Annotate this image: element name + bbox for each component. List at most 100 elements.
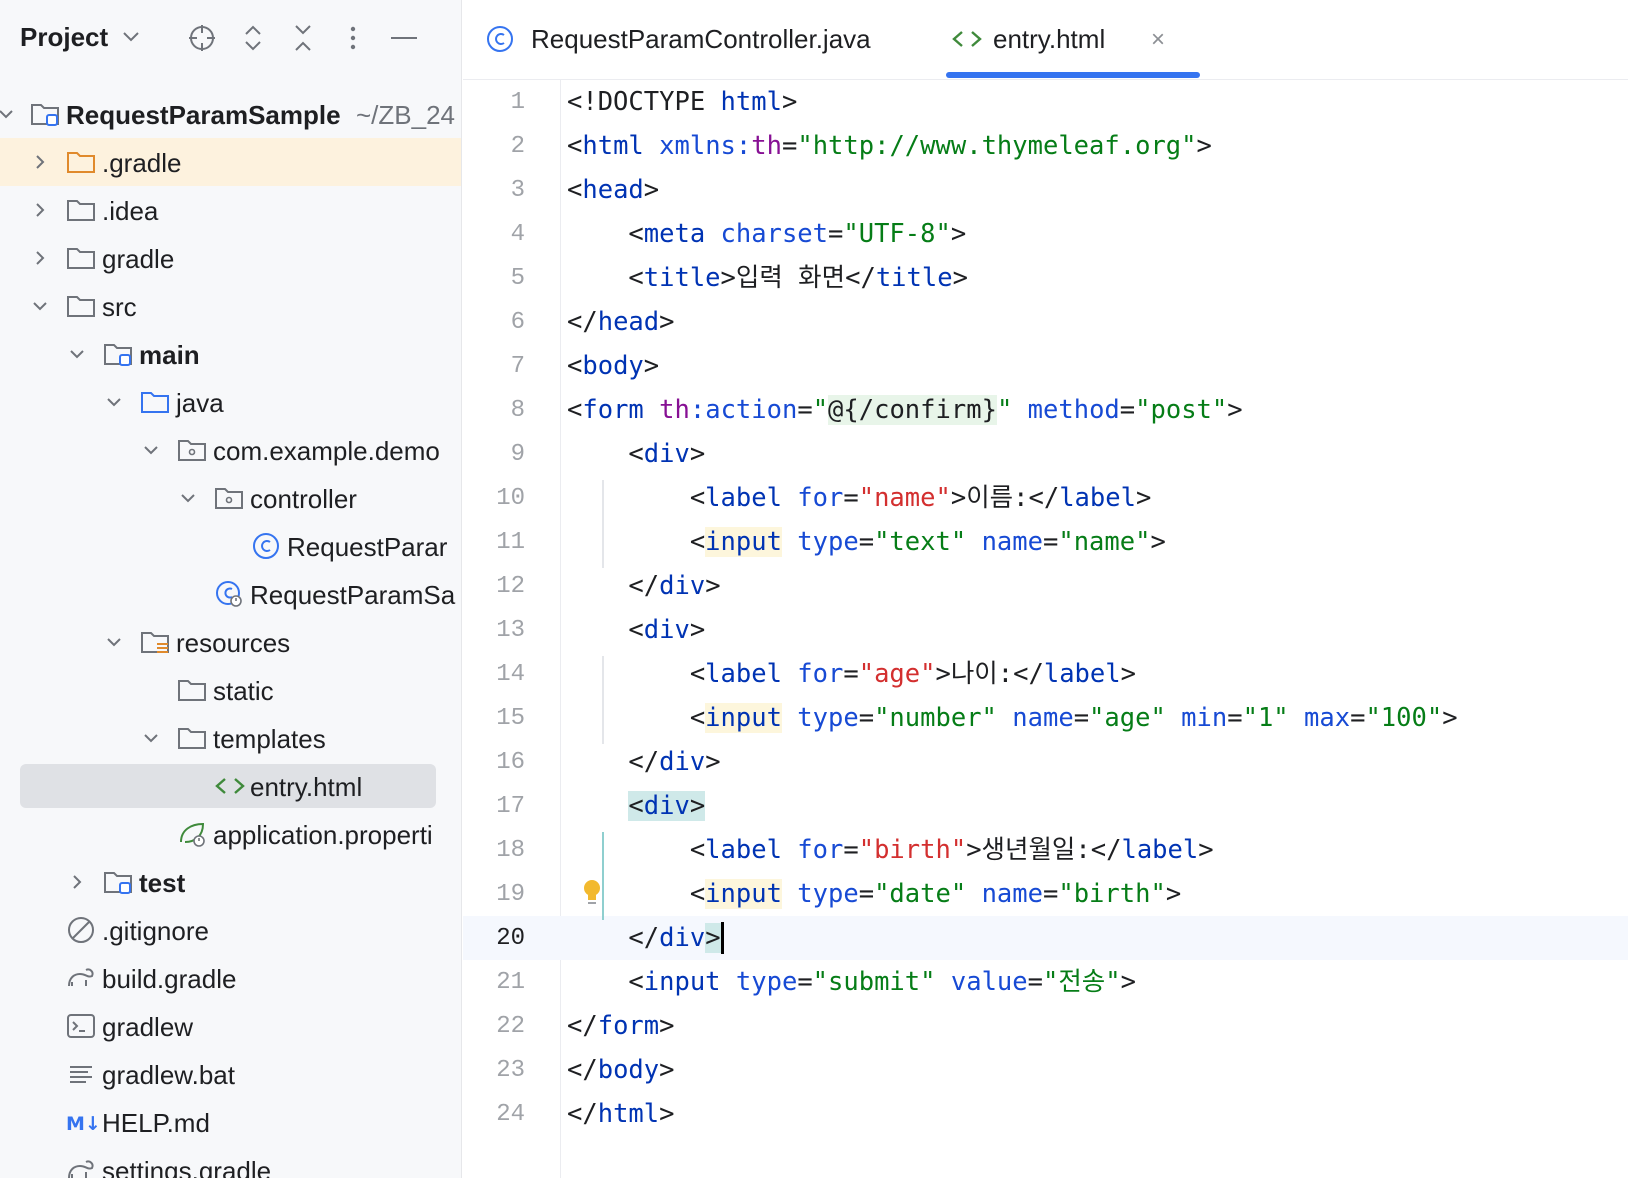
tree-item[interactable]: .gradle <box>0 138 461 186</box>
code-line[interactable]: 23 </body> <box>463 1048 1628 1092</box>
code-line[interactable]: 16 </div> <box>463 740 1628 784</box>
code-line[interactable]: 3 <head> <box>463 168 1628 212</box>
chevron-right-icon[interactable] <box>67 872 87 892</box>
tree-item[interactable]: M↓ HELP.md <box>0 1098 461 1146</box>
hide-panel-icon[interactable] <box>388 22 420 54</box>
code-token: value <box>950 967 1028 997</box>
chevron-right-icon[interactable] <box>30 248 50 268</box>
code-token: > <box>1135 483 1152 513</box>
chevron-down-icon[interactable] <box>67 344 87 364</box>
code-line[interactable]: 14 <label for="age">나이:</label> <box>463 652 1628 696</box>
tree-item[interactable]: build.gradle <box>0 954 461 1002</box>
code-text: <title>입력 화면</title> <box>567 262 968 294</box>
chevron-down-icon[interactable] <box>141 728 161 748</box>
tab-request-param-controller[interactable]: RequestParamController.java <box>485 0 915 80</box>
code-token: = <box>1027 967 1043 997</box>
source-folder-icon <box>140 388 170 416</box>
tree-item[interactable]: application.properti <box>0 810 461 858</box>
code-line[interactable]: 4 <meta charset="UTF-8"> <box>463 212 1628 256</box>
tree-item[interactable]: entry.html <box>0 762 461 810</box>
project-view-title[interactable]: Project <box>20 22 108 53</box>
tree-item[interactable]: java <box>0 378 461 426</box>
code-line[interactable]: 13 <div> <box>463 608 1628 652</box>
code-token: < <box>567 219 644 249</box>
tree-item-path: ~/ZB_24 <box>356 100 456 130</box>
code-line[interactable]: 15 <input type="number" name="age" min="… <box>463 696 1628 740</box>
code-line[interactable]: 8 <form th:action="@{/confirm}" method="p… <box>463 388 1628 432</box>
code-token: name <box>981 527 1043 557</box>
code-line[interactable]: 1 <!DOCTYPE html> <box>463 80 1628 124</box>
tree-item[interactable]: static <box>0 666 461 714</box>
chevron-down-icon[interactable] <box>141 440 161 460</box>
code-token: for <box>797 483 844 513</box>
code-line[interactable]: 6 </head> <box>463 300 1628 344</box>
line-number: 6 <box>510 309 525 336</box>
line-number: 1 <box>510 89 525 116</box>
locate-icon[interactable] <box>186 22 218 54</box>
code-editor[interactable]: 1 <!DOCTYPE html> 2 <html xmlns:th="http://… <box>463 80 1628 1136</box>
code-token: > <box>659 307 675 337</box>
tree-item[interactable]: settings.gradle <box>0 1146 461 1178</box>
code-text: <form th:action="@{/confirm}" method="po… <box>567 394 1243 426</box>
code-line[interactable]: 10 <label for="name">이름:</label> <box>463 476 1628 520</box>
code-line[interactable]: 7 <body> <box>463 344 1628 388</box>
chevron-right-icon[interactable] <box>30 200 50 220</box>
code-token: < <box>567 395 583 425</box>
code-token: input <box>705 879 782 909</box>
code-token: > <box>966 835 982 865</box>
tree-item-label: HELP.md <box>102 1108 210 1138</box>
code-line[interactable]: 17 <div> <box>463 784 1628 828</box>
code-line[interactable]: 12 </div> <box>463 564 1628 608</box>
tree-item[interactable]: .idea <box>0 186 461 234</box>
tree-item[interactable]: RequestParamSample ~/ZB_24 <box>0 90 461 138</box>
chevron-down-icon[interactable] <box>30 296 50 316</box>
chevron-down-icon[interactable] <box>178 488 198 508</box>
tree-item[interactable]: main <box>0 330 461 378</box>
code-line[interactable]: 11 <input type="text" name="name"> <box>463 520 1628 564</box>
collapse-all-icon[interactable] <box>287 22 319 54</box>
line-number: 18 <box>496 837 525 864</box>
more-options-icon[interactable] <box>337 22 369 54</box>
code-line[interactable]: 24 </html> <box>463 1092 1628 1136</box>
code-token: "birth" <box>1058 879 1166 909</box>
tree-item[interactable]: src <box>0 282 461 330</box>
tree-item[interactable]: test <box>0 858 461 906</box>
code-line[interactable]: 19 <input type="date" name="birth"> <box>463 872 1628 916</box>
tab-entry-html[interactable]: entry.html × <box>951 0 1191 80</box>
code-line[interactable]: 22 </form> <box>463 1004 1628 1048</box>
tree-item-label: static <box>213 676 274 706</box>
code-line[interactable]: 18 <label for="birth">생년월일:</label> <box>463 828 1628 872</box>
tree-item[interactable]: controller <box>0 474 461 522</box>
code-line[interactable]: 20 </div> <box>463 916 1628 960</box>
code-line[interactable]: 21 <input type="submit" value="전송"> <box>463 960 1628 1004</box>
chevron-right-icon[interactable] <box>30 152 50 172</box>
tree-item[interactable]: templates <box>0 714 461 762</box>
code-token: div <box>643 791 690 821</box>
tree-item[interactable]: RequestParamSa <box>0 570 461 618</box>
code-line[interactable]: 5 <title>입력 화면</title> <box>463 256 1628 300</box>
chevron-down-icon[interactable] <box>104 632 124 652</box>
expand-all-icon[interactable] <box>237 22 269 54</box>
tree-item[interactable]: resources <box>0 618 461 666</box>
tree-item[interactable]: .gitignore <box>0 906 461 954</box>
tree-item[interactable]: gradle <box>0 234 461 282</box>
chevron-down-icon[interactable] <box>0 104 16 124</box>
code-token: > <box>781 87 798 117</box>
tree-item-label: gradlew <box>102 1012 194 1042</box>
code-line[interactable]: 2 <html xmlns:th="http://www.thymeleaf.or… <box>463 124 1628 168</box>
code-token: name <box>981 879 1043 909</box>
folder-orange-icon <box>66 148 96 176</box>
gradle-icon <box>66 1156 96 1178</box>
code-token: title <box>875 263 953 293</box>
tree-item[interactable]: RequestParar <box>0 522 461 570</box>
code-token: 입력 화면 <box>735 263 846 293</box>
code-line[interactable]: 9 <div> <box>463 432 1628 476</box>
intention-bulb-icon[interactable] <box>581 878 603 913</box>
chevron-down-icon[interactable] <box>104 392 124 412</box>
tree-item[interactable]: gradlew <box>0 1002 461 1050</box>
tree-item[interactable]: com.example.demo <box>0 426 461 474</box>
close-icon[interactable]: × <box>1151 26 1165 54</box>
chevron-down-icon[interactable] <box>122 30 140 48</box>
tree-item[interactable]: gradlew.bat <box>0 1050 461 1098</box>
